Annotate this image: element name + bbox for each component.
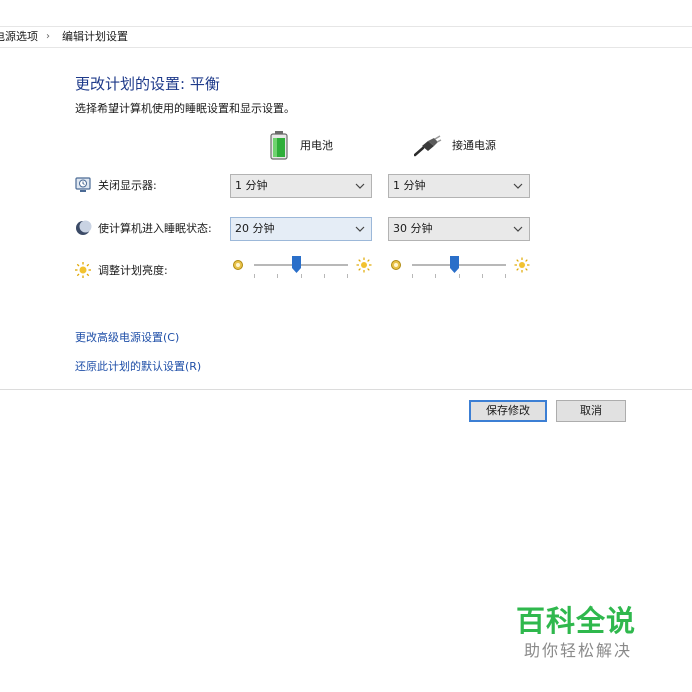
monitor-clock-icon [75,177,91,192]
slider-thumb[interactable] [291,256,301,273]
row-label-sleep: 使计算机进入睡眠状态: [74,219,212,237]
column-header-plugged: 接通电源 [414,130,496,160]
breadcrumb-separator: › [46,31,50,42]
page-subtitle: 选择希望计算机使用的睡眠设置和显示设置。 [75,102,295,115]
battery-icon [270,131,288,160]
save-button[interactable]: 保存修改 [469,400,547,422]
display-off-plugged-select[interactable]: 1 分钟 [388,174,530,198]
display-off-label: 关闭显示器: [98,179,157,192]
column-header-battery: 用电池 [268,130,333,160]
sleep-battery-select[interactable]: 20 分钟 [230,217,372,241]
advanced-power-settings-link[interactable]: 更改高级电源设置(C) [75,329,179,345]
slider-track[interactable] [254,264,348,266]
breadcrumb: 电源选项 › 编辑计划设置 [0,26,692,48]
chevron-down-icon [355,183,365,189]
column-label-battery: 用电池 [300,139,333,152]
moon-sleep-icon [76,220,92,235]
slider-thumb[interactable] [449,256,459,273]
slider-ticks [254,274,348,278]
display-off-plugged-value: 1 分钟 [393,179,426,192]
watermark-subtitle: 助你轻松解决 [524,641,633,660]
row-label-brightness: 调整计划亮度: [74,261,168,279]
brightness-label: 调整计划亮度: [98,264,168,277]
row-label-display-off: 关闭显示器: [74,176,157,194]
brightness-battery-slider[interactable] [230,254,372,280]
bright-brightness-icon [356,257,372,273]
breadcrumb-item-power-options[interactable]: 电源选项 [0,27,38,47]
slider-track[interactable] [412,264,506,266]
footer-divider [0,389,692,390]
sleep-battery-value: 20 分钟 [235,222,275,235]
breadcrumb-item-edit-plan[interactable]: 编辑计划设置 [62,27,128,47]
brightness-plugged-slider[interactable] [388,254,530,280]
sun-brightness-icon [75,262,91,278]
dim-brightness-icon [233,260,243,270]
display-off-battery-value: 1 分钟 [235,179,268,192]
sleep-plugged-value: 30 分钟 [393,222,433,235]
sleep-label: 使计算机进入睡眠状态: [98,222,212,235]
display-off-battery-select[interactable]: 1 分钟 [230,174,372,198]
chevron-down-icon [355,226,365,232]
power-plug-icon [414,135,442,157]
restore-defaults-link[interactable]: 还原此计划的默认设置(R) [75,358,201,374]
cancel-button[interactable]: 取消 [556,400,626,422]
slider-ticks [412,274,506,278]
chevron-down-icon [513,226,523,232]
chevron-down-icon [513,183,523,189]
column-label-plugged: 接通电源 [452,139,496,152]
dim-brightness-icon [391,260,401,270]
page-title: 更改计划的设置: 平衡 [75,75,220,93]
watermark-title: 百科全说 [516,604,637,638]
sleep-plugged-select[interactable]: 30 分钟 [388,217,530,241]
bright-brightness-icon [514,257,530,273]
